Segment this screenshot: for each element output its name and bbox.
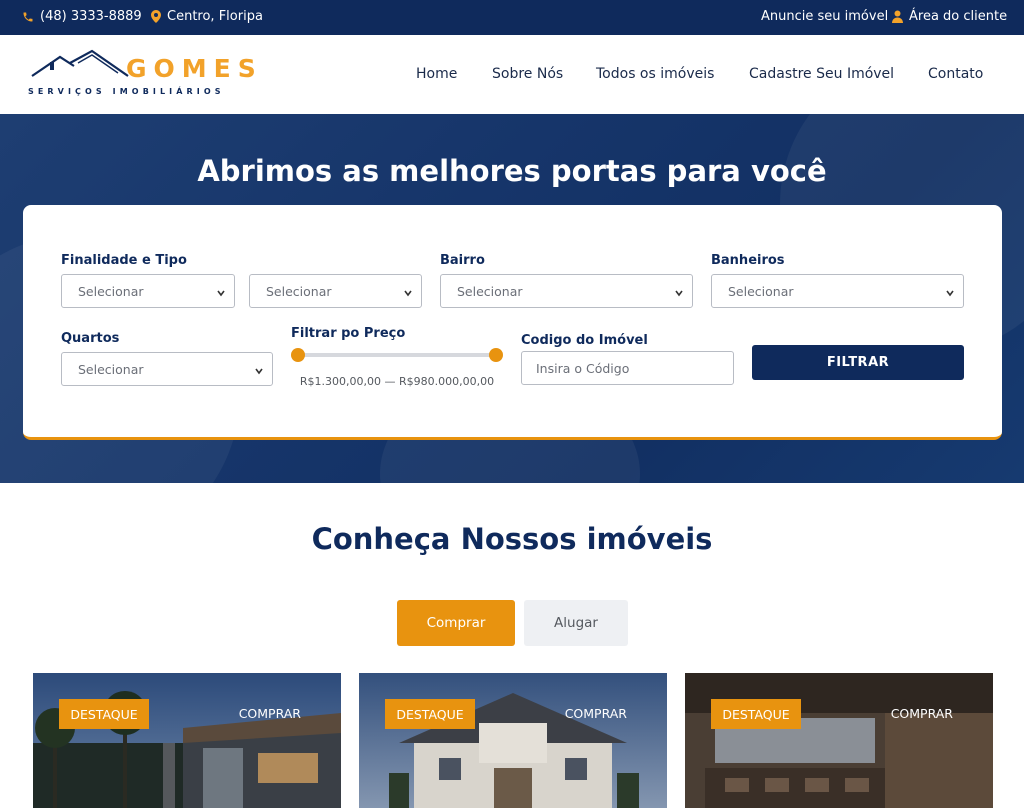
neighborhood-select-value: Selecionar (457, 283, 523, 299)
location-info: Centro, Floripa (151, 9, 263, 24)
type-select-value: Selecionar (266, 283, 332, 299)
nav-contact[interactable]: Contato (928, 66, 983, 82)
bathrooms-select-value: Selecionar (728, 283, 794, 299)
nav-about[interactable]: Sobre Nós (492, 66, 563, 82)
tab-rent[interactable]: Alugar (524, 600, 628, 646)
phone-icon (22, 11, 34, 23)
price-range-text: R$1.300,00,00 — R$980.000,00,00 (299, 375, 495, 388)
user-icon (892, 10, 903, 23)
buy-tag: COMPRAR (564, 706, 627, 721)
price-slider-min-handle[interactable] (291, 348, 305, 362)
price-slider-max-handle[interactable] (489, 348, 503, 362)
chevron-down-icon (216, 286, 226, 301)
chevron-down-icon (403, 286, 413, 301)
property-photo (33, 673, 341, 808)
chevron-down-icon (254, 364, 264, 379)
neighborhood-select[interactable]: Selecionar (440, 274, 693, 308)
property-card[interactable]: DESTAQUE COMPRAR (685, 673, 993, 808)
listings-title: Conheça Nossos imóveis (311, 522, 713, 556)
buy-tag: COMPRAR (238, 706, 301, 721)
property-photo (685, 673, 993, 808)
client-area-link[interactable]: Área do cliente (892, 9, 1007, 24)
nav-register-property[interactable]: Cadastre Seu Imóvel (749, 66, 894, 82)
rooms-select[interactable]: Selecionar (61, 352, 273, 386)
property-code-placeholder: Insira o Código (536, 360, 630, 376)
property-card[interactable]: DESTAQUE COMPRAR (33, 673, 341, 808)
top-bar: (48) 3333-8889 Centro, Floripa Anuncie s… (0, 0, 1024, 35)
featured-badge: DESTAQUE (59, 699, 149, 729)
logo-tagline: SERVIÇOS IMOBILIÁRIOS (28, 87, 225, 96)
purpose-select-value: Selecionar (78, 283, 144, 299)
bathrooms-select[interactable]: Selecionar (711, 274, 964, 308)
advertise-link[interactable]: Anuncie seu imóvel (761, 9, 888, 24)
location-text: Centro, Floripa (167, 9, 263, 24)
nav-all-properties[interactable]: Todos os imóveis (596, 66, 714, 82)
property-card[interactable]: DESTAQUE COMPRAR (359, 673, 667, 808)
phone-contact[interactable]: (48) 3333-8889 (22, 9, 142, 24)
code-label: Codigo do Imóvel (521, 333, 648, 348)
filter-button[interactable]: FILTRAR (752, 345, 964, 380)
purpose-select[interactable]: Selecionar (61, 274, 235, 308)
logo-house-icon (31, 49, 129, 77)
search-form: Finalidade e Tipo Selecionar Selecionar … (23, 205, 1002, 440)
map-pin-icon (151, 10, 161, 23)
hero-title: Abrimos as melhores portas para você (197, 154, 827, 188)
neighborhood-label: Bairro (440, 253, 485, 268)
bathrooms-label: Banheiros (711, 253, 785, 268)
rooms-select-value: Selecionar (78, 361, 144, 377)
price-slider-track[interactable] (298, 353, 496, 357)
rooms-label: Quartos (61, 331, 120, 346)
featured-badge: DESTAQUE (385, 699, 475, 729)
logo-wordmark: GOMES (126, 54, 263, 83)
hero-banner: Abrimos as melhores portas para você Fin… (0, 114, 1024, 483)
property-photo (359, 673, 667, 808)
tab-buy[interactable]: Comprar (397, 600, 515, 646)
price-filter-label: Filtrar po Preço (291, 326, 406, 341)
nav-home[interactable]: Home (416, 66, 457, 82)
buy-tag: COMPRAR (890, 706, 953, 721)
property-code-input[interactable]: Insira o Código (521, 351, 734, 385)
site-header: GOMES SERVIÇOS IMOBILIÁRIOS Home Sobre N… (0, 35, 1024, 114)
featured-badge: DESTAQUE (711, 699, 801, 729)
purpose-label: Finalidade e Tipo (61, 253, 187, 268)
phone-number: (48) 3333-8889 (40, 9, 142, 24)
advertise-label: Anuncie seu imóvel (761, 9, 889, 24)
chevron-down-icon (945, 286, 955, 301)
logo[interactable]: GOMES SERVIÇOS IMOBILIÁRIOS (26, 49, 266, 99)
client-area-label: Área do cliente (909, 9, 1008, 24)
type-select[interactable]: Selecionar (249, 274, 422, 308)
chevron-down-icon (674, 286, 684, 301)
